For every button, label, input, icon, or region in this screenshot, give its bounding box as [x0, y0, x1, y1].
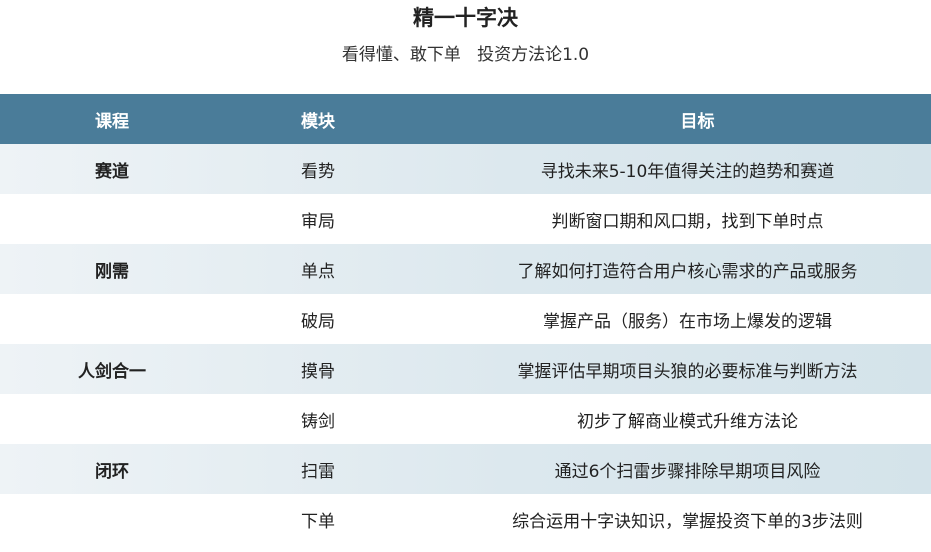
course-cell: 闭环 [95, 461, 129, 482]
table-row: 破局 掌握产品（服务）在市场上爆发的逻辑 [0, 294, 931, 344]
document-page: 精一十字决 看得懂、敢下单 投资方法论1.0 课程 模块 目标 赛道 看势 寻找… [0, 0, 931, 552]
goal-cell: 初步了解商业模式升维方法论 [577, 411, 798, 432]
table-row: 人剑合一 摸骨 掌握评估早期项目头狼的必要标准与判断方法 [0, 344, 931, 394]
table-row: 闭环 扫雷 通过6个扫雷步骤排除早期项目风险 [0, 444, 931, 494]
table-row: 下单 综合运用十字诀知识，掌握投资下单的3步法则 [0, 494, 931, 544]
table-row: 审局 判断窗口期和风口期，找到下单时点 [0, 194, 931, 244]
goal-cell: 掌握产品（服务）在市场上爆发的逻辑 [543, 311, 832, 332]
module-cell: 看势 [301, 161, 335, 182]
course-table: 课程 模块 目标 赛道 看势 寻找未来5-10年值得关注的趋势和赛道 审局 判断… [0, 94, 931, 544]
goal-cell: 判断窗口期和风口期，找到下单时点 [551, 211, 824, 232]
module-cell: 单点 [301, 261, 335, 282]
module-cell: 扫雷 [301, 461, 335, 482]
table-row: 铸剑 初步了解商业模式升维方法论 [0, 394, 931, 444]
goal-cell: 寻找未来5-10年值得关注的趋势和赛道 [540, 161, 835, 182]
table-header: 课程 模块 目标 [0, 94, 931, 144]
table-row: 赛道 看势 寻找未来5-10年值得关注的趋势和赛道 [0, 144, 931, 194]
course-cell: 刚需 [95, 261, 129, 282]
course-cell: 赛道 [95, 161, 129, 182]
module-cell: 摸骨 [301, 361, 335, 382]
course-cell: 人剑合一 [78, 361, 146, 382]
goal-cell: 通过6个扫雷步骤排除早期项目风险 [554, 461, 821, 482]
header-course: 课程 [95, 111, 129, 132]
table-row: 刚需 单点 了解如何打造符合用户核心需求的产品或服务 [0, 244, 931, 294]
page-subtitle: 看得懂、敢下单 投资方法论1.0 [341, 45, 590, 65]
header-goal: 目标 [680, 111, 715, 132]
module-cell: 审局 [301, 211, 335, 232]
goal-cell: 了解如何打造符合用户核心需求的产品或服务 [517, 261, 858, 282]
module-cell: 铸剑 [301, 411, 335, 432]
header-module: 模块 [301, 111, 335, 132]
goal-cell: 掌握评估早期项目头狼的必要标准与判断方法 [517, 361, 858, 382]
goal-cell: 综合运用十字诀知识，掌握投资下单的3步法则 [512, 511, 863, 532]
page-title: 精一十字决 [413, 6, 518, 30]
module-cell: 下单 [301, 511, 335, 532]
module-cell: 破局 [301, 311, 335, 332]
